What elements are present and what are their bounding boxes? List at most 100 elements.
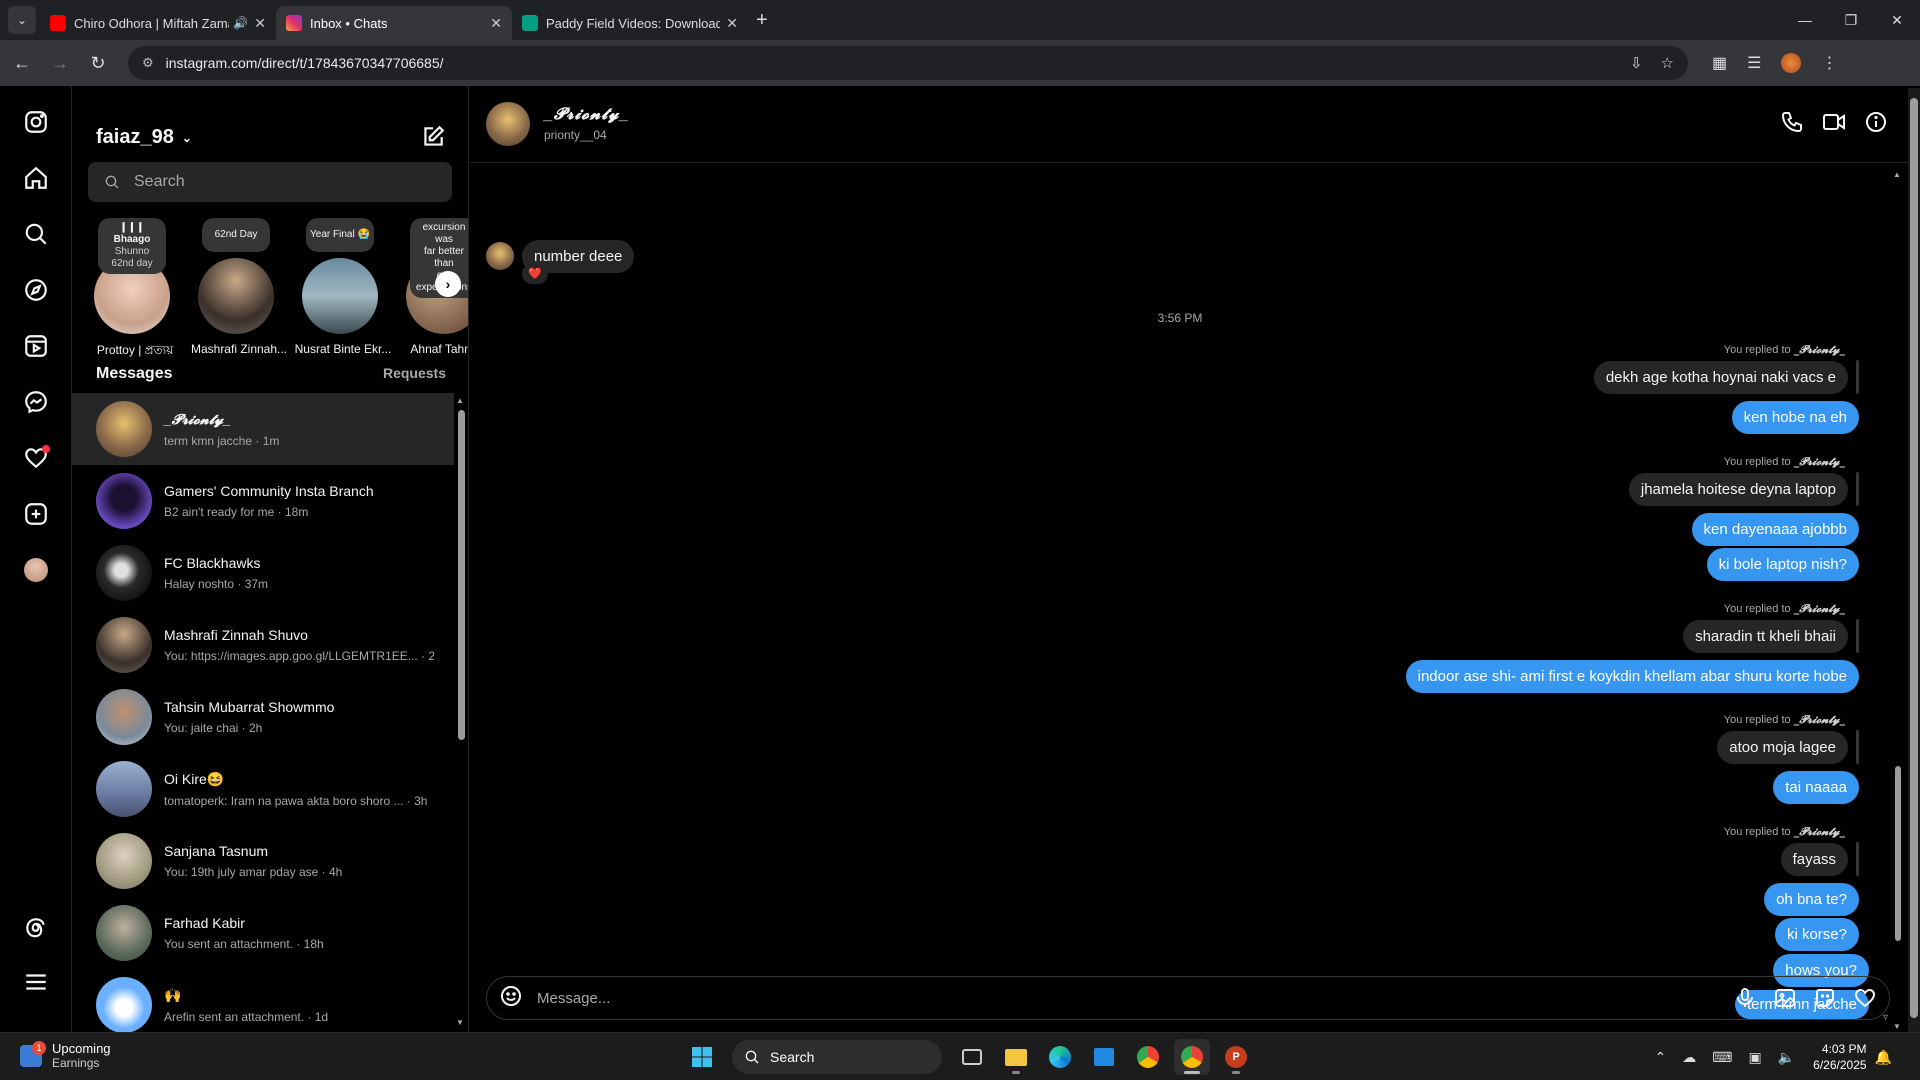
forward-button[interactable]: → bbox=[44, 53, 76, 74]
edge-icon[interactable] bbox=[1042, 1039, 1078, 1075]
reaction-heart[interactable]: ❤️ bbox=[522, 264, 548, 284]
scroll-up-icon[interactable]: ▲ bbox=[1893, 170, 1901, 179]
close-tab-icon[interactable]: ✕ bbox=[726, 15, 738, 32]
restore-button[interactable]: ❐ bbox=[1828, 0, 1874, 40]
message-input[interactable] bbox=[537, 989, 1717, 1007]
taskbar-search[interactable]: Search bbox=[732, 1040, 942, 1074]
close-window-button[interactable]: ✕ bbox=[1874, 0, 1920, 40]
store-icon[interactable] bbox=[1086, 1039, 1122, 1075]
emoji-icon[interactable] bbox=[499, 984, 523, 1013]
like-heart-icon[interactable] bbox=[1853, 986, 1877, 1010]
task-view-icon[interactable] bbox=[954, 1039, 990, 1075]
quoted-message[interactable]: atoo moja lagee bbox=[1717, 731, 1848, 764]
threads-icon[interactable] bbox=[20, 912, 52, 944]
reload-button[interactable]: ↻ bbox=[82, 53, 114, 74]
thread-row[interactable]: 🙌 Arefin sent an attachment. · 1d bbox=[72, 969, 454, 1032]
audio-call-icon[interactable] bbox=[1780, 110, 1804, 139]
profile-avatar[interactable] bbox=[1781, 53, 1802, 73]
thread-list-scrollbar[interactable]: ▲ ▼ bbox=[455, 396, 465, 1030]
close-tab-icon[interactable]: ✕ bbox=[254, 15, 266, 32]
tray-overflow-icon[interactable]: ⌃ bbox=[1655, 1049, 1667, 1066]
explore-icon[interactable] bbox=[20, 274, 52, 306]
thread-row[interactable]: Mashrafi Zinnah Shuvo You: https://image… bbox=[72, 609, 454, 681]
outgoing-message[interactable]: ken hobe na eh bbox=[1731, 401, 1859, 434]
cloud-sync-icon[interactable]: ☁ bbox=[1682, 1049, 1696, 1066]
outgoing-message[interactable]: tai naaaa bbox=[1773, 771, 1859, 804]
message-composer[interactable] bbox=[486, 976, 1890, 1020]
note-item[interactable]: ❙❙❙ Bhaago Shunno 62nd day Prottoy | প্র… bbox=[88, 218, 192, 357]
quoted-message[interactable]: dekh age kotha hoynai naki vacs e bbox=[1593, 361, 1848, 394]
thread-row[interactable]: Sanjana Tasnum You: 19th july amar pday … bbox=[72, 825, 454, 897]
notifications-heart-icon[interactable] bbox=[20, 442, 52, 474]
new-tab-button[interactable]: + bbox=[756, 9, 768, 32]
browser-tab[interactable]: Paddy Field Videos: Download 10 ✕ bbox=[512, 6, 748, 40]
conversation-info-icon[interactable] bbox=[1864, 110, 1888, 139]
video-call-icon[interactable] bbox=[1822, 110, 1846, 139]
instagram-logo-icon[interactable] bbox=[20, 106, 52, 138]
widgets-button[interactable]: 1 Upcoming Earnings bbox=[20, 1040, 111, 1070]
more-menu-icon[interactable] bbox=[20, 966, 52, 998]
browser-menu-icon[interactable]: ⋮ bbox=[1821, 53, 1837, 73]
start-button[interactable] bbox=[684, 1039, 720, 1075]
browser-tab[interactable]: Chiro Odhora | Miftah Zaman 🔊 ✕ bbox=[40, 6, 276, 40]
sticker-icon[interactable] bbox=[1813, 986, 1837, 1010]
new-message-icon[interactable] bbox=[420, 124, 446, 155]
site-info-icon[interactable]: ⚙ bbox=[142, 55, 154, 71]
note-item[interactable]: Year Final 😭 Nusrat Binte Ekr... bbox=[295, 218, 400, 356]
thread-row[interactable]: Farhad Kabir You sent an attachment. · 1… bbox=[72, 897, 454, 969]
thread-row[interactable]: _𝓟𝓻𝓲𝓸𝓷𝓽𝔂_ term kmn jacche · 1m bbox=[72, 393, 454, 465]
address-bar[interactable]: ⚙ instagram.com/direct/t/178436703477066… bbox=[128, 46, 1688, 80]
volume-icon[interactable]: 🔈 bbox=[1778, 1049, 1795, 1066]
bookmark-star-icon[interactable]: ☆ bbox=[1661, 54, 1674, 72]
chrome-profile-icon[interactable] bbox=[1174, 1039, 1210, 1075]
scroll-down-icon[interactable]: ▼ bbox=[1893, 1022, 1901, 1031]
account-switcher[interactable]: faiaz_98 ⌄ bbox=[96, 126, 192, 149]
minimize-button[interactable]: — bbox=[1782, 0, 1828, 40]
reels-icon[interactable] bbox=[20, 330, 52, 362]
thread-row[interactable]: FC Blackhawks Halay noshto · 37m bbox=[72, 537, 454, 609]
search-input[interactable] bbox=[134, 173, 434, 191]
back-button[interactable]: ← bbox=[6, 53, 38, 74]
close-tab-icon[interactable]: ✕ bbox=[490, 15, 502, 32]
search-icon[interactable] bbox=[20, 218, 52, 250]
outgoing-message[interactable]: oh bna te? bbox=[1764, 883, 1859, 916]
microphone-icon[interactable] bbox=[1733, 986, 1757, 1010]
notification-bell-icon[interactable]: 🔔 bbox=[1875, 1049, 1892, 1066]
outgoing-message[interactable]: ken dayenaaa ajobbb bbox=[1691, 513, 1859, 546]
image-upload-icon[interactable] bbox=[1773, 986, 1797, 1010]
page-scrollbar[interactable] bbox=[1908, 88, 1920, 1032]
powerpoint-icon[interactable]: P bbox=[1218, 1039, 1254, 1075]
network-icon[interactable]: ▣ bbox=[1749, 1049, 1762, 1066]
outgoing-message[interactable]: indoor ase shi- ami first e koykdin khel… bbox=[1405, 660, 1859, 693]
install-app-icon[interactable]: ⇩ bbox=[1630, 54, 1643, 72]
thread-row[interactable]: Tahsin Mubarrat Showmmo You: jaite chai … bbox=[72, 681, 454, 753]
clock[interactable]: 4:03 PM 6/26/2025 bbox=[1813, 1041, 1866, 1073]
scroll-up-icon[interactable]: ▲ bbox=[456, 396, 464, 405]
outgoing-message[interactable]: ki bole laptop nish? bbox=[1706, 548, 1859, 581]
scroll-thumb[interactable] bbox=[1895, 766, 1901, 941]
messenger-icon[interactable] bbox=[20, 386, 52, 418]
profile-icon[interactable] bbox=[20, 554, 52, 586]
thread-row[interactable]: Gamers' Community Insta Branch B2 ain't … bbox=[72, 465, 454, 537]
search-field[interactable] bbox=[88, 162, 452, 202]
browser-tab-active[interactable]: Inbox • Chats ✕ bbox=[276, 6, 512, 40]
note-item[interactable]: 62nd Day Mashrafi Zinnah... bbox=[191, 218, 296, 356]
create-icon[interactable] bbox=[20, 498, 52, 530]
file-explorer-icon[interactable] bbox=[998, 1039, 1034, 1075]
quoted-message[interactable]: sharadin tt kheli bhaii bbox=[1683, 620, 1848, 653]
conversation-name[interactable]: _𝓟𝓻𝓲𝓸𝓷𝓽𝔂_ bbox=[544, 106, 629, 124]
requests-link[interactable]: Requests bbox=[383, 365, 446, 383]
scroll-thumb[interactable] bbox=[1910, 98, 1918, 1018]
scroll-thumb[interactable] bbox=[458, 410, 465, 740]
url-text[interactable]: instagram.com/direct/t/17843670347706685… bbox=[166, 55, 1612, 71]
quoted-message[interactable]: fayass bbox=[1780, 843, 1848, 876]
scroll-down-icon[interactable]: ▼ bbox=[456, 1018, 464, 1027]
home-icon[interactable] bbox=[20, 162, 52, 194]
conversation-scrollbar[interactable]: ▲ ▼ bbox=[1890, 166, 1904, 1036]
tab-search-button[interactable]: ⌄ bbox=[8, 6, 36, 34]
outgoing-message[interactable]: ki korse? bbox=[1774, 918, 1859, 951]
avatar[interactable] bbox=[486, 102, 530, 146]
quoted-message[interactable]: jhamela hoitese deyna laptop bbox=[1628, 473, 1848, 506]
thread-row[interactable]: Oi Kire😆 tomatoperk: Iram na pawa akta b… bbox=[72, 753, 454, 825]
notes-next-arrow-icon[interactable]: › bbox=[435, 271, 461, 297]
